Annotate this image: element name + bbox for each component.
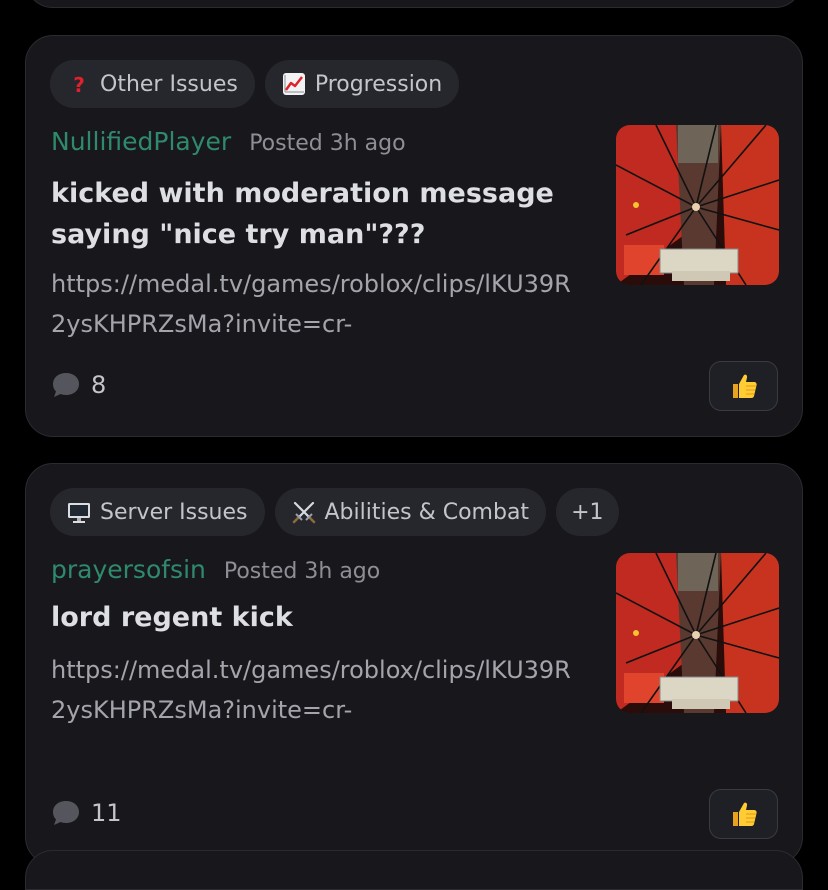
tag-abilities-combat[interactable]: Abilities & Combat (274, 488, 547, 536)
desktop-computer-icon (68, 503, 90, 523)
like-button[interactable] (709, 361, 778, 411)
thumbs-up-icon (732, 802, 757, 826)
posted-time: Posted 3h ago (223, 559, 381, 584)
crossed-swords-icon (292, 501, 315, 524)
post-thumbnail[interactable] (616, 125, 779, 285)
post-card[interactable]: ? Other Issues Progression NullifiedPlay… (25, 35, 803, 437)
more-tags-button[interactable]: +1 (556, 488, 619, 536)
post-card[interactable]: Server Issues Abilities & Combat +1 pray… (25, 463, 803, 865)
tag-label: Progression (314, 71, 443, 97)
speech-bubble-icon (53, 373, 79, 397)
more-tags-count: +1 (571, 499, 604, 525)
chart-increasing-icon (282, 73, 305, 95)
tag-label: Other Issues (100, 71, 238, 97)
tag-list: ? Other Issues Progression (50, 60, 460, 108)
like-button[interactable] (709, 789, 778, 839)
comment-count-button[interactable]: 8 (51, 371, 106, 399)
tag-label: Server Issues (100, 499, 248, 525)
next-post-card[interactable] (25, 850, 803, 890)
question-mark-icon: ? (73, 73, 85, 97)
post-meta: NullifiedPlayer Posted 3h ago (51, 127, 406, 156)
tag-list: Server Issues Abilities & Combat +1 (50, 488, 619, 536)
posted-time: Posted 3h ago (249, 131, 406, 156)
post-title[interactable]: kicked with moderation message saying "n… (51, 173, 571, 255)
speech-bubble-icon (53, 801, 79, 825)
author-name[interactable]: prayersofsin (51, 555, 206, 584)
comment-count: 8 (91, 371, 107, 399)
comment-count-button[interactable]: 11 (51, 799, 122, 827)
thumbs-up-icon (732, 374, 757, 398)
tag-other-issues[interactable]: ? Other Issues (50, 60, 255, 108)
tag-label: Abilities & Combat (324, 499, 530, 525)
comment-count: 11 (91, 799, 122, 827)
previous-post-card[interactable] (25, 0, 803, 8)
post-meta: prayersofsin Posted 3h ago (51, 555, 380, 584)
author-name[interactable]: NullifiedPlayer (51, 127, 231, 156)
svg-text:?: ? (73, 73, 85, 97)
post-body: https://medal.tv/games/roblox/clips/lKU3… (51, 656, 571, 724)
game-clip-thumbnail (616, 553, 779, 713)
post-title[interactable]: lord regent kick (51, 597, 571, 638)
game-clip-thumbnail (616, 125, 779, 285)
post-thumbnail[interactable] (616, 553, 779, 713)
tag-progression[interactable]: Progression (264, 60, 460, 108)
tag-server-issues[interactable]: Server Issues (50, 488, 265, 536)
post-body: https://medal.tv/games/roblox/clips/lKU3… (51, 270, 571, 338)
